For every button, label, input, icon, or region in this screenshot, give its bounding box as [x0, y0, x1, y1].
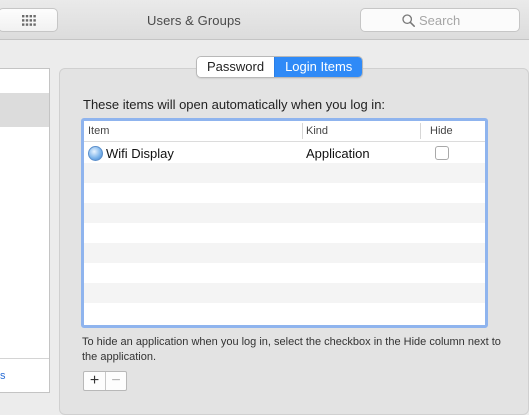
empty-row [84, 243, 485, 263]
sidebar-divider [0, 358, 49, 359]
add-remove-control: + − [83, 371, 127, 391]
column-divider [302, 123, 303, 139]
users-sidebar[interactable]: s [0, 68, 50, 393]
search-field[interactable] [360, 8, 520, 32]
column-header-hide[interactable]: Hide [430, 125, 453, 137]
table-header: Item Kind Hide [84, 121, 485, 142]
title-bar: Users & Groups [0, 0, 529, 40]
magnifier-icon [402, 14, 415, 27]
item-name: Wifi Display [106, 146, 174, 161]
login-options-link-fragment[interactable]: s [0, 370, 6, 382]
login-items-table[interactable]: Item Kind Hide Wifi Display Application [81, 118, 488, 328]
hide-checkbox[interactable] [435, 146, 449, 160]
grid-icon [22, 15, 36, 26]
remove-item-button[interactable]: − [105, 372, 126, 390]
add-item-button[interactable]: + [84, 372, 105, 390]
empty-row [84, 303, 485, 323]
column-header-item[interactable]: Item [88, 125, 109, 137]
column-header-kind[interactable]: Kind [306, 125, 328, 137]
show-all-button[interactable] [0, 8, 58, 32]
tab-password[interactable]: Password [197, 57, 275, 77]
window-title: Users & Groups [147, 13, 241, 28]
empty-row [84, 263, 485, 283]
globe-app-icon [88, 146, 103, 161]
item-kind: Application [306, 146, 370, 161]
sidebar-selected-user[interactable] [0, 93, 49, 127]
hide-help-text: To hide an application when you log in, … [82, 336, 501, 363]
empty-row [84, 163, 485, 183]
tab-login-items[interactable]: Login Items [274, 57, 363, 77]
empty-row [84, 283, 485, 303]
table-row[interactable]: Wifi Display Application [84, 143, 485, 163]
empty-row [84, 223, 485, 243]
table-rows: Wifi Display Application [84, 143, 485, 323]
column-divider [420, 123, 421, 139]
empty-row [84, 203, 485, 223]
login-items-intro: These items will open automatically when… [83, 97, 386, 112]
tab-bar: Password Login Items [196, 56, 364, 78]
empty-row [84, 183, 485, 203]
search-input[interactable] [419, 11, 515, 29]
